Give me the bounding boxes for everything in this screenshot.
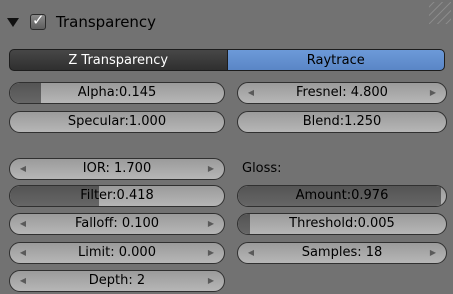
- ior-value: IOR: 1.700: [82, 161, 152, 176]
- increment-arrow-icon[interactable]: ▶: [426, 83, 440, 103]
- filter-value: Filter:0.418: [80, 188, 154, 203]
- checkmark-icon: ✓: [32, 11, 45, 29]
- filter-slider[interactable]: Filter:0.418: [9, 185, 225, 207]
- falloff-field[interactable]: ◀ Falloff: 0.100 ▶: [9, 213, 225, 235]
- gloss-samples-field[interactable]: ◀ Samples: 18 ▶: [237, 242, 447, 264]
- gloss-amount-value: Amount:0.976: [295, 188, 389, 203]
- falloff-value: Falloff: 0.100: [74, 216, 160, 231]
- transparency-checkbox[interactable]: ✓: [30, 11, 46, 30]
- panel-header: ✓ Transparency: [0, 0, 453, 44]
- tab-raytrace[interactable]: Raytrace: [226, 49, 445, 71]
- gloss-threshold-slider[interactable]: Threshold:0.005: [237, 213, 447, 235]
- panel-title: Transparency: [56, 13, 157, 31]
- depth-field[interactable]: ◀ Depth: 2 ▶: [9, 270, 225, 292]
- ior-field[interactable]: ◀ IOR: 1.700 ▶: [9, 158, 225, 180]
- gloss-samples-value: Samples: 18: [301, 245, 383, 260]
- specular-value: Specular:1.000: [67, 114, 167, 129]
- specular-slider[interactable]: Specular:1.000: [9, 111, 225, 133]
- gloss-heading: Gloss:: [242, 161, 282, 176]
- tab-z-transparency[interactable]: Z Transparency: [9, 49, 227, 71]
- drag-grip-icon[interactable]: [429, 2, 451, 24]
- increment-arrow-icon[interactable]: ▶: [204, 214, 218, 234]
- limit-field[interactable]: ◀ Limit: 0.000 ▶: [9, 242, 225, 264]
- transparency-method-tabs: Z Transparency Raytrace: [9, 49, 445, 71]
- increment-arrow-icon[interactable]: ▶: [204, 243, 218, 263]
- blend-value: Blend:1.250: [302, 114, 382, 129]
- increment-arrow-icon[interactable]: ▶: [204, 271, 218, 291]
- blend-slider[interactable]: Blend:1.250: [237, 111, 447, 133]
- alpha-value: Alpha:0.145: [77, 85, 157, 100]
- limit-value: Limit: 0.000: [78, 245, 156, 260]
- collapse-arrow-icon[interactable]: [7, 18, 19, 27]
- fresnel-field[interactable]: ◀ Fresnel: 4.800 ▶: [237, 82, 447, 104]
- alpha-slider[interactable]: Alpha:0.145: [9, 82, 225, 104]
- gloss-amount-slider[interactable]: Amount:0.976: [237, 185, 447, 207]
- gloss-threshold-value: Threshold:0.005: [289, 216, 395, 231]
- increment-arrow-icon[interactable]: ▶: [426, 243, 440, 263]
- depth-value: Depth: 2: [88, 273, 146, 288]
- increment-arrow-icon[interactable]: ▶: [204, 159, 218, 179]
- fresnel-value: Fresnel: 4.800: [296, 85, 388, 100]
